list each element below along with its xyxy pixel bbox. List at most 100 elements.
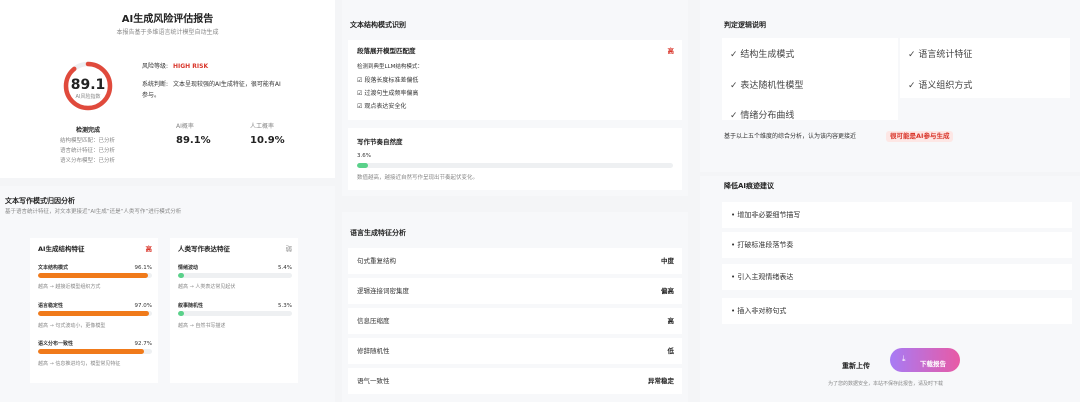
ai-feature-name: 语言稳定性 xyxy=(38,303,64,309)
logic-factor: ✓ 情绪分布曲线 xyxy=(730,111,795,121)
human-feature-note: 越高 → 自然书写描述 xyxy=(178,323,226,329)
structure-section: 文本结构模式识别 段落展开模型匹配度 高 检测到典型LLM结构模式： ☑ 段落长… xyxy=(342,0,688,196)
language-row: 修辞随机性 低 xyxy=(348,338,682,364)
human-features-card: 人类写作表达特征 弱 情绪波动 5.4% 越高 → 人类表达常见起伏 叙事随机性… xyxy=(170,238,298,383)
rhythm-bar-fill xyxy=(357,163,369,168)
language-row-name: 修辞随机性 xyxy=(357,347,390,355)
attribution-title: 文本写作模式归因分析 xyxy=(5,197,75,205)
match-item: ☑ 段落长度标准差偏低 xyxy=(357,77,419,84)
language-row: 信息压缩度 高 xyxy=(348,308,682,334)
rhythm-card: 写作节奏自然度 3.6% 数值越高，越接近自然写作呈现出节奏起伏变化。 xyxy=(348,128,682,190)
human-feature-value: 5.4% xyxy=(278,265,292,271)
report-title: AI生成风险评估报告 xyxy=(121,14,214,25)
reupload-button[interactable]: 重新上传 xyxy=(842,363,870,370)
check-icon: ☑ xyxy=(357,103,363,110)
suggest-item: • 打破标准段落节奏 xyxy=(722,232,1072,258)
attribution-desc: 基于语言统计特征，对文本更接近“AI生成”还是“人类写作”进行模式分析 xyxy=(5,209,182,215)
language-row-level: 低 xyxy=(667,347,675,355)
language-row-level: 中度 xyxy=(661,257,674,265)
rhythm-bar xyxy=(357,163,673,168)
download-label: 下载报告 xyxy=(920,360,946,368)
human-feature-name: 叙事随机性 xyxy=(178,303,204,309)
language-row-level: 异常稳定 xyxy=(648,377,674,385)
ai-feature-name: 文本结构模式 xyxy=(38,265,69,271)
language-section: 语言生成特征分析 句式重复结构 中度逻辑连接词密集度 偏高 信息压缩度 高修辞随机性 低语… xyxy=(342,212,688,402)
suggest-item-text: • 插入非对称句式 xyxy=(731,307,787,315)
suggest-item-text: • 引入主观情绪表达 xyxy=(731,273,794,281)
human-feature-bar-fill xyxy=(178,311,185,316)
suggest-item-text: • 打破标准段落节奏 xyxy=(731,241,794,249)
check-icon: ✓ xyxy=(730,50,738,60)
check-icon: ✓ xyxy=(908,81,916,91)
language-title: 语言生成特征分析 xyxy=(350,229,406,237)
rhythm-desc: 数值越高，越接近自然写作呈现出节奏起伏变化。 xyxy=(357,175,479,181)
human-feature-bar xyxy=(178,273,292,278)
ai-feature-note: 越高 → 句式波动小，更像模型 xyxy=(38,323,106,329)
human-feature-name: 情绪波动 xyxy=(178,265,199,271)
system-judgement-line2: 参与。 xyxy=(142,92,161,99)
suggest-item: • 增加非必要细节描写 xyxy=(722,202,1072,228)
report-subtitle: 本报告基于多维语言统计模型自动生成 xyxy=(116,29,219,36)
structure-title: 文本结构模式识别 xyxy=(350,21,406,29)
check-icon: ✓ xyxy=(730,81,738,91)
paragraph-match-card: 段落展开模型匹配度 高 检测到典型LLM结构模式： ☑ 段落长度标准差偏低 ☑ … xyxy=(348,40,682,120)
download-icon: ⤓ xyxy=(902,354,906,363)
suggest-section: 降低AI痕迹建议 • 增加非必要细节描写 • 打破标准段落节奏 • 引入主观情绪… xyxy=(700,176,1080,402)
language-row: 语气一致性 异常稳定 xyxy=(348,368,682,394)
human-feature-value: 5.3% xyxy=(278,303,292,309)
ai-feature-value: 92.7% xyxy=(134,341,152,347)
ai-probability-value: 89.1% xyxy=(176,135,211,146)
check-icon: ✓ xyxy=(730,111,738,121)
risk-score-label: AI风险指数 xyxy=(75,94,101,100)
language-row: 逻辑连接词密集度 偏高 xyxy=(348,278,682,304)
ai-features-title: AI生成结构特征 xyxy=(38,245,85,253)
suggest-item-text: • 增加非必要细节描写 xyxy=(731,211,801,219)
ai-feature-value: 96.1% xyxy=(134,265,152,271)
ai-feature-bar xyxy=(38,311,152,316)
ai-feature-bar-fill xyxy=(38,311,149,316)
suggest-item: • 插入非对称句式 xyxy=(722,298,1072,324)
language-row-level: 高 xyxy=(667,317,675,325)
logic-summary: 基于以上五个维度的综合分析，认为该内容更接近 xyxy=(724,133,857,140)
detect-item: 语言统计特征：已分析 xyxy=(60,148,116,154)
logic-section: 判定逻辑说明 ✓ 结构生成模式 ✓ 语言统计特征 ✓ 表达随机性模型 ✓ 语义组… xyxy=(700,0,1080,172)
language-row-name: 句式重复结构 xyxy=(357,257,396,265)
human-features-level: 弱 xyxy=(285,245,293,253)
detect-item: 语义分布模型：已分析 xyxy=(60,158,116,164)
risk-level-value: HIGH RISK xyxy=(173,63,209,70)
human-feature-bar-fill xyxy=(178,273,185,278)
language-row-name: 语气一致性 xyxy=(357,377,390,385)
attribution-section: 文本写作模式归因分析 基于语言统计特征，对文本更接近“AI生成”还是“人类写作”… xyxy=(0,186,335,402)
logic-factor: ✓ 语言统计特征 xyxy=(908,50,973,60)
logic-factor: ✓ 表达随机性模型 xyxy=(730,81,804,91)
ai-features-level: 高 xyxy=(145,245,153,253)
human-features-title: 人类写作表达特征 xyxy=(178,245,230,253)
language-row-level: 偏高 xyxy=(661,287,674,295)
check-icon: ☑ xyxy=(357,90,363,97)
ai-feature-bar-fill xyxy=(38,349,144,354)
human-probability-value: 10.9% xyxy=(250,135,285,146)
ai-feature-bar-fill xyxy=(38,273,148,278)
ai-feature-bar xyxy=(38,349,152,354)
logic-verdict: 很可能是AI参与生成 xyxy=(886,131,954,142)
logic-title: 判定逻辑说明 xyxy=(724,21,766,29)
paragraph-match-level: 高 xyxy=(667,47,675,55)
ai-feature-note: 越高 → 信息推进均匀，模型常见特征 xyxy=(38,361,121,367)
logic-factor: ✓ 语义组织方式 xyxy=(908,81,973,91)
suggest-title: 降低AI痕迹建议 xyxy=(724,182,775,190)
check-icon: ✓ xyxy=(908,50,916,60)
ai-features-card: AI生成结构特征 高 文本结构模式 96.1% 越高 → 越接近模型组织方式 语… xyxy=(30,238,158,383)
risk-level-label: 风险等级: xyxy=(142,63,169,70)
paragraph-match-desc: 检测到典型LLM结构模式： xyxy=(357,64,423,70)
rhythm-value: 3.6% xyxy=(357,153,371,159)
ai-feature-note: 越高 → 越接近模型组织方式 xyxy=(38,284,101,290)
match-item: ☑ 过渡句生成频率偏高 xyxy=(357,90,419,97)
suggest-item: • 引入主观情绪表达 xyxy=(722,264,1072,290)
human-probability-label: 人工概率 xyxy=(250,123,275,130)
ai-probability-label: AI概率 xyxy=(176,123,194,130)
download-report-button[interactable]: ⤓ 下载报告 xyxy=(890,348,960,372)
paragraph-match-title: 段落展开模型匹配度 xyxy=(357,47,416,55)
risk-score-value: 89.1 xyxy=(70,77,106,93)
match-item: ☑ 观点表达安全化 xyxy=(357,103,407,110)
check-icon: ☑ xyxy=(357,77,363,84)
